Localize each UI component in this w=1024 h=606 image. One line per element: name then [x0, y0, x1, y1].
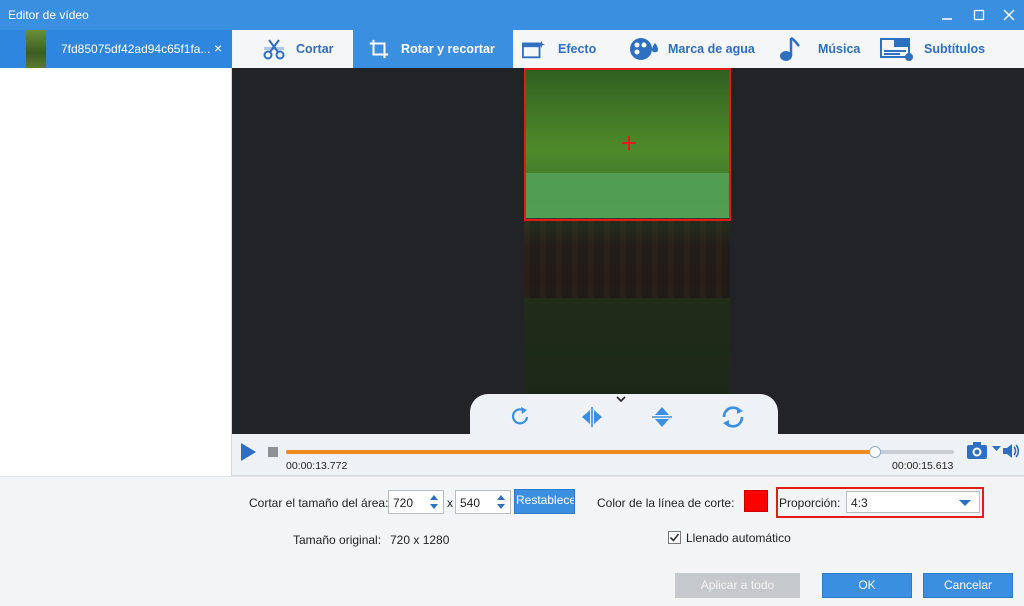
- flip-horizontal-icon: [582, 407, 602, 427]
- subtitles-icon: [880, 37, 914, 61]
- tab-label: Efecto: [558, 42, 597, 56]
- line-color-picker[interactable]: [744, 490, 768, 512]
- crop-width-value: 720: [393, 496, 414, 510]
- close-button[interactable]: [994, 0, 1024, 30]
- snapshot-button[interactable]: [966, 440, 988, 462]
- music-icon: [778, 36, 802, 61]
- tab-label: Cortar: [296, 42, 334, 56]
- current-time: 00:00:13.772: [286, 460, 348, 472]
- reset-button[interactable]: Restablecer: [514, 489, 575, 514]
- crop-icon: [367, 37, 391, 61]
- crop-width-stepper[interactable]: 720: [388, 490, 444, 514]
- spin-arrows-icon[interactable]: [496, 493, 506, 511]
- flip-horizontal-button[interactable]: [579, 404, 605, 430]
- ok-button[interactable]: OK: [822, 573, 912, 598]
- tab-musica[interactable]: Música: [778, 30, 860, 68]
- tab-label: Marca de agua: [668, 42, 755, 56]
- tab-rotar-y-recortar[interactable]: Rotar y recortar: [353, 30, 513, 68]
- play-button[interactable]: [238, 442, 258, 462]
- flip-vertical-button[interactable]: [649, 404, 675, 430]
- tab-cortar[interactable]: Cortar: [262, 30, 334, 68]
- original-size-value: 720 x 1280: [390, 533, 450, 547]
- rotate-icon: [511, 407, 529, 425]
- apply-to-all-button[interactable]: Aplicar a todo: [675, 573, 800, 598]
- flip-vertical-icon: [652, 407, 672, 427]
- crop-area-label: Cortar el tamaño del área:: [249, 496, 389, 510]
- progress-track[interactable]: [286, 446, 954, 458]
- chevron-down-icon[interactable]: [616, 396, 626, 407]
- minimize-icon: [942, 18, 952, 20]
- editor-tabs: Cortar Rotar y recortar Efecto Marca de …: [232, 30, 1024, 68]
- video-preview: [232, 68, 1024, 434]
- file-list-panel: 7fd85075df42ad94c65f1fa... ×: [0, 30, 232, 476]
- crop-selection-box[interactable]: [524, 68, 731, 221]
- crop-height-stepper[interactable]: 540: [455, 490, 511, 514]
- rotate-button[interactable]: [508, 404, 534, 430]
- playback-bar: 00:00:13.772 00:00:15.613: [232, 434, 1024, 476]
- volume-icon: [1003, 444, 1020, 458]
- remove-file-icon[interactable]: ×: [214, 40, 222, 56]
- file-list-item[interactable]: 7fd85075df42ad94c65f1fa... ×: [0, 30, 232, 68]
- progress-handle[interactable]: [869, 446, 882, 458]
- progress-fill: [286, 450, 876, 454]
- title-bar: Editor de vídeo: [0, 0, 1024, 30]
- crop-height-value: 540: [460, 496, 481, 510]
- dropdown-caret-icon[interactable]: [959, 500, 971, 506]
- ratio-label: Proporción:: [779, 496, 841, 510]
- auto-fill-label: Llenado automático: [686, 531, 791, 545]
- line-color-label: Color de la línea de corte:: [597, 496, 735, 510]
- play-icon: [241, 443, 256, 461]
- checkmark-icon: [669, 533, 680, 542]
- volume-button[interactable]: [1002, 442, 1020, 460]
- ratio-select[interactable]: 4:3: [846, 491, 980, 513]
- watermark-icon: [628, 37, 658, 61]
- dimension-separator: x: [447, 496, 453, 510]
- spin-arrows-icon[interactable]: [429, 493, 439, 511]
- crop-center-crosshair-icon[interactable]: [622, 136, 636, 150]
- ratio-value: 4:3: [851, 496, 868, 510]
- tab-subtitulos[interactable]: Subtítulos: [880, 30, 985, 68]
- reset-rotation-icon: [722, 406, 744, 428]
- window-title: Editor de vídeo: [8, 8, 89, 22]
- stop-button[interactable]: [268, 447, 278, 457]
- tab-label: Música: [818, 42, 861, 56]
- tab-efecto[interactable]: Efecto: [522, 30, 596, 68]
- maximize-icon: [973, 9, 985, 21]
- file-name: 7fd85075df42ad94c65f1fa...: [61, 42, 211, 56]
- reset-rotation-button[interactable]: [720, 404, 746, 430]
- scissors-icon: [262, 37, 286, 61]
- minimize-button[interactable]: [932, 0, 962, 30]
- video-thumbnail: [26, 30, 46, 68]
- original-size-label: Tamaño original:: [293, 533, 382, 547]
- auto-fill-checkbox[interactable]: [668, 531, 681, 544]
- snapshot-menu-arrow-icon[interactable]: [992, 444, 1001, 454]
- effect-icon: [522, 37, 546, 61]
- close-icon: [1003, 9, 1015, 21]
- tab-marca-de-agua[interactable]: Marca de agua: [628, 30, 755, 68]
- end-time: 00:00:15.613: [892, 460, 954, 472]
- camera-icon: [967, 442, 987, 459]
- tab-label: Rotar y recortar: [401, 42, 495, 56]
- tab-label: Subtítulos: [924, 42, 986, 56]
- maximize-button[interactable]: [964, 0, 994, 30]
- cancel-button[interactable]: Cancelar: [923, 573, 1013, 598]
